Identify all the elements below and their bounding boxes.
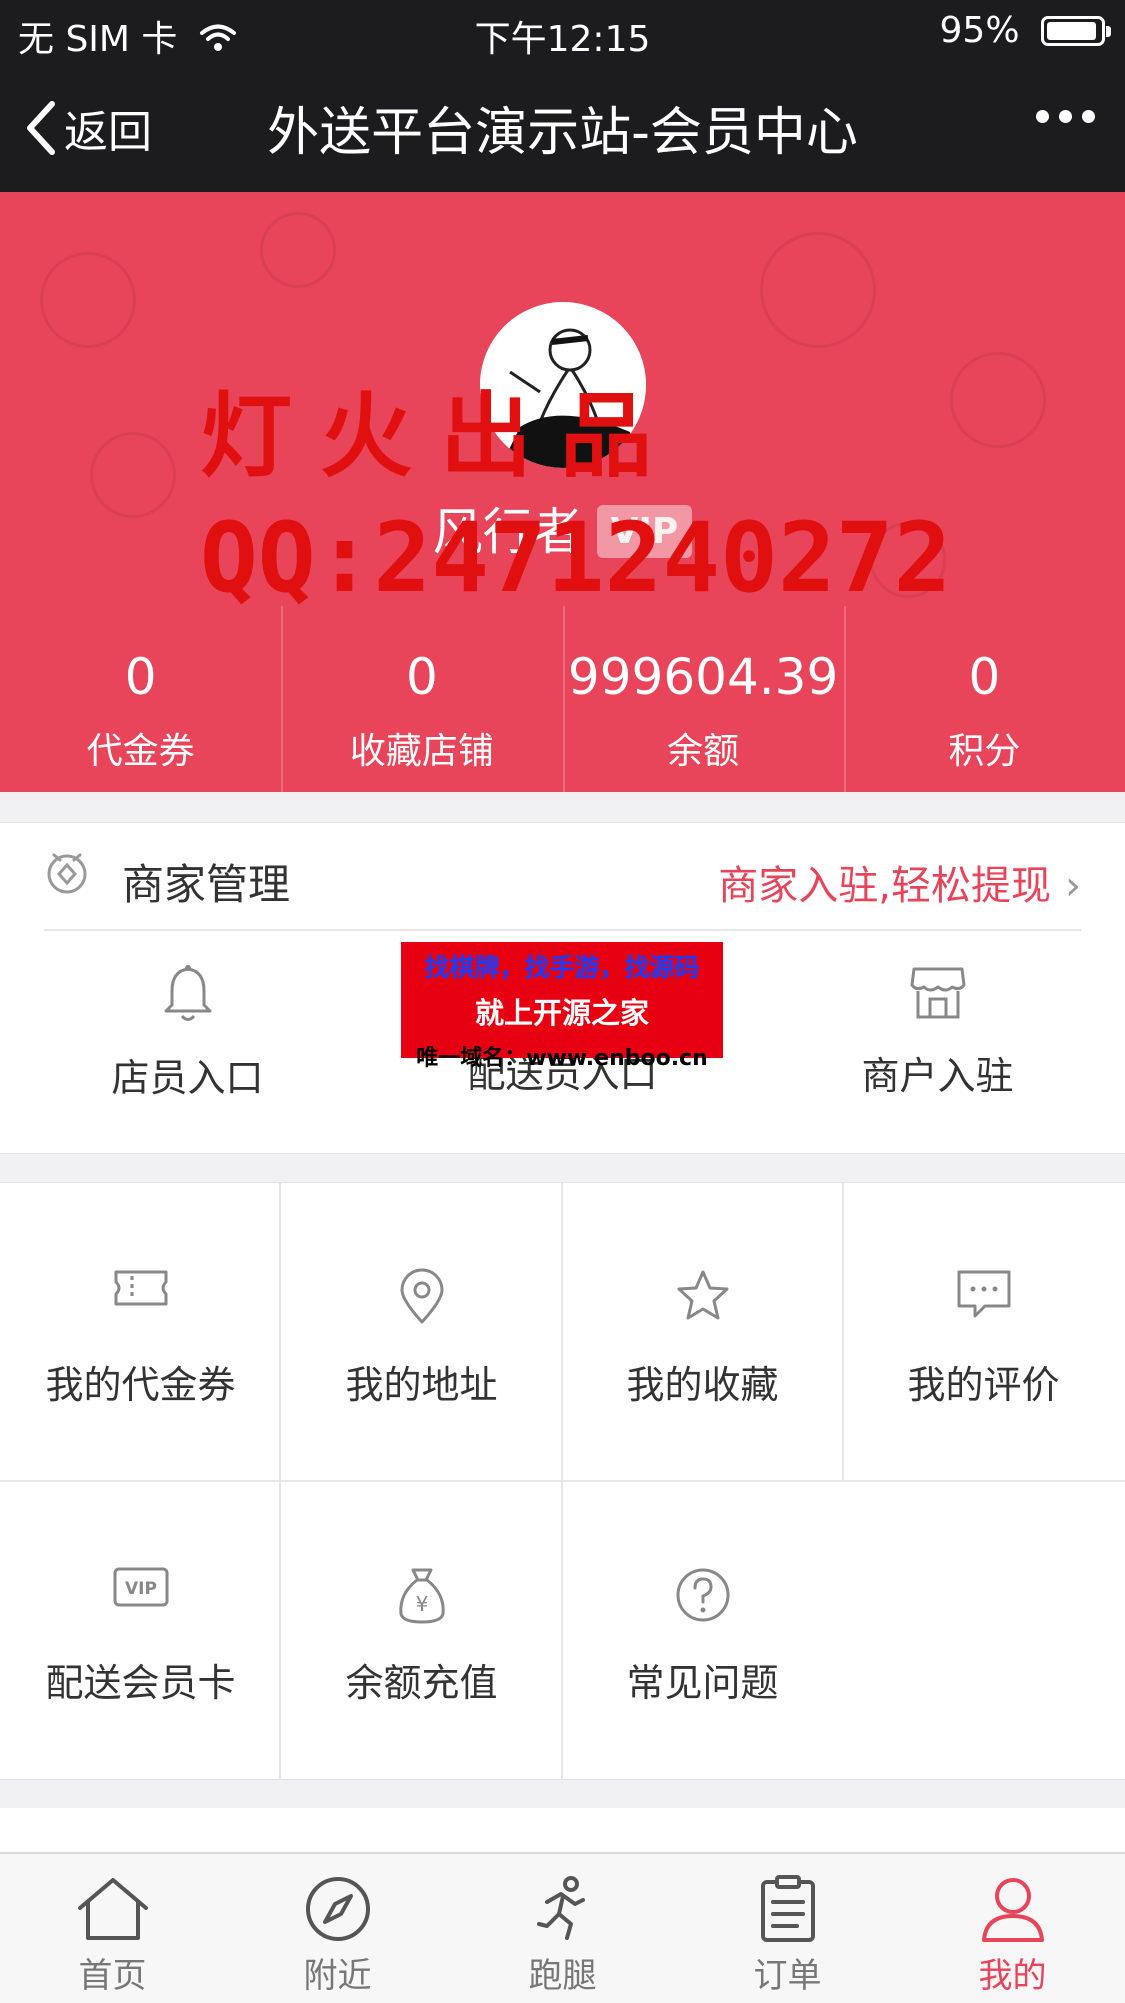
stat-value: 0 (968, 648, 1001, 706)
my-vouchers-button[interactable]: 我的代金券 (0, 1183, 281, 1480)
home-icon (77, 1878, 148, 1940)
background-doodle (760, 232, 876, 348)
my-reviews-button[interactable]: 我的评价 (843, 1183, 1124, 1480)
tab-label: 我的 (978, 1956, 1047, 1996)
background-doodle (950, 352, 1046, 448)
stat-value: 0 (405, 648, 438, 706)
stat-points[interactable]: 0 积分 (843, 606, 1125, 792)
merchant-title: 商家管理 (122, 860, 291, 909)
staff-entry-button[interactable]: 店员入口 (0, 963, 375, 1133)
grid-item-label: 配送会员卡 (45, 1661, 236, 1705)
storefront-icon (910, 967, 965, 1019)
tab-label: 跑腿 (528, 1956, 597, 1996)
svg-text:VIP: VIP (125, 1579, 157, 1599)
question-icon (676, 1568, 729, 1622)
stat-value: 999604.39 (567, 648, 839, 706)
tab-errands[interactable]: 跑腿 (450, 1854, 675, 2003)
status-bar: 无 SIM 卡 下午12:15 95% (0, 0, 1125, 62)
tab-profile[interactable]: 我的 (900, 1854, 1125, 2003)
money-bag-icon: ¥ (398, 1568, 445, 1624)
tab-nearby[interactable]: 附近 (225, 1854, 450, 2003)
balance-recharge-button[interactable]: ¥ 余额充值 (281, 1481, 562, 1778)
grid-item-label: 我的代金券 (45, 1363, 236, 1407)
background-doodle (260, 212, 336, 288)
battery-percent: 95% (939, 10, 1020, 51)
grid-item-label: 我的收藏 (626, 1363, 779, 1407)
back-label: 返回 (64, 107, 152, 158)
background-doodle (40, 252, 136, 348)
tab-label: 附近 (303, 1956, 372, 1996)
stat-label: 余额 (667, 731, 740, 772)
runner-icon (536, 1876, 585, 1940)
profile-header: 风行者 VIP 灯火出品 QQ:2471240272 0 代金券 0 收藏店铺 9… (0, 192, 1125, 792)
ad-line1: 找棋牌，找手游，找源码 (424, 953, 700, 982)
merchant-signup-button[interactable]: 商户入驻 (750, 963, 1125, 1133)
watermark-text: 灯火出品 (200, 382, 681, 490)
my-favorites-button[interactable]: 我的收藏 (562, 1183, 843, 1480)
nav-bar: 返回 外送平台演示站-会员中心 (0, 62, 1125, 192)
merchant-join-label: 商家入驻,轻松提现 (718, 863, 1051, 909)
user-icon (981, 1878, 1044, 1942)
ad-line2: 就上开源之家 (474, 996, 649, 1030)
page-title: 外送平台演示站-会员中心 (267, 103, 858, 163)
watermark-qq: QQ:2471240272 (200, 502, 952, 614)
tab-label: 首页 (78, 1956, 147, 1996)
stat-label: 收藏店铺 (349, 731, 494, 772)
back-button[interactable]: 返回 (24, 96, 152, 160)
stat-favorite-stores[interactable]: 0 收藏店铺 (281, 606, 562, 792)
grid-item-label: 常见问题 (626, 1661, 779, 1705)
more-options-button[interactable] (1036, 110, 1095, 123)
more-dot-icon (1059, 110, 1072, 123)
ad-banner[interactable]: 找棋牌，找手游，找源码 就上开源之家 唯一域名：www.enboo.cn (401, 942, 723, 1071)
vip-card-icon: VIP (113, 1567, 168, 1607)
grid-item-label: 余额充值 (345, 1661, 498, 1705)
my-address-button[interactable]: 我的地址 (281, 1183, 562, 1480)
delivery-vip-card-button[interactable]: VIP 配送会员卡 (0, 1481, 281, 1778)
stat-label: 积分 (948, 731, 1021, 772)
entry-label: 商户入驻 (861, 1054, 1014, 1098)
tab-orders[interactable]: 订单 (675, 1854, 900, 2003)
tab-label: 订单 (753, 1956, 822, 1996)
battery-icon (1041, 16, 1111, 46)
account-stats: 0 代金券 0 收藏店铺 999604.39 余额 0 积分 (0, 606, 1125, 792)
merchant-header: 商家管理 商家入驻,轻松提现 › (44, 823, 1081, 931)
tab-home[interactable]: 首页 (0, 1854, 225, 2003)
more-dot-icon (1082, 110, 1095, 123)
order-list-icon (760, 1875, 815, 1942)
more-dot-icon (1036, 110, 1049, 123)
entry-label: 店员入口 (111, 1056, 264, 1100)
bottom-tab-bar: 首页 附近 跑腿 订单 我的 (0, 1852, 1125, 2003)
stat-vouchers[interactable]: 0 代金券 (0, 626, 281, 792)
chevron-left-icon (27, 101, 55, 155)
svg-text:¥: ¥ (415, 1592, 428, 1616)
stat-value: 0 (124, 648, 157, 706)
faq-button[interactable]: 常见问题 (562, 1481, 843, 1778)
compass-icon (305, 1877, 370, 1941)
stat-balance[interactable]: 999604.39 余额 (562, 606, 844, 792)
stat-label: 代金券 (86, 731, 195, 772)
ticket-icon (114, 1270, 167, 1306)
bell-icon (164, 965, 211, 1021)
comment-icon (957, 1270, 1010, 1318)
location-pin-icon (400, 1268, 443, 1324)
merchant-join-link[interactable]: 商家入驻,轻松提现 › (718, 853, 1081, 911)
star-icon (677, 1270, 728, 1320)
grid-item-label: 我的地址 (345, 1363, 498, 1407)
chevron-right-icon: › (1065, 863, 1081, 909)
ad-line3: 唯一域名：www.enboo.cn (416, 1046, 708, 1071)
battery-status: 95% (939, 10, 1111, 51)
feature-grid: 我的代金券 我的地址 我的收藏 我的评价 VIP 配送会员卡 ¥ 余额充值 常见… (0, 1182, 1125, 1780)
grid-item-label: 我的评价 (907, 1363, 1060, 1407)
shop-badge-icon (47, 853, 87, 894)
